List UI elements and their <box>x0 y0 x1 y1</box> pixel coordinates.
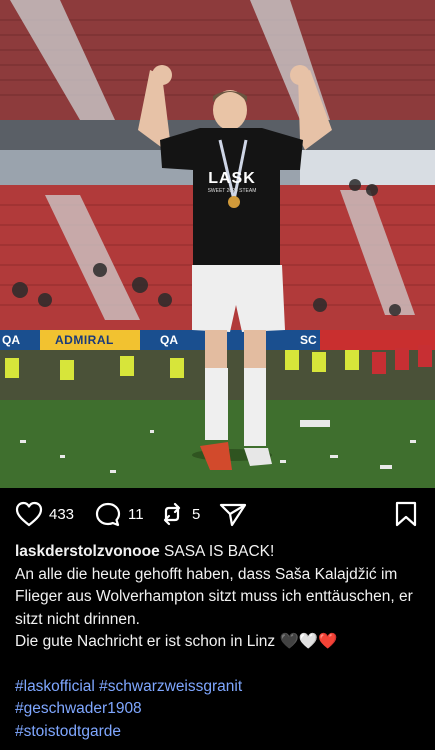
post-photo[interactable]: LASK SWEET 2024 STEAM QA ADMIRAL QA SC <box>0 0 435 488</box>
bookmark-icon <box>395 501 417 527</box>
banner-left: QA <box>2 333 20 347</box>
shirt-text: LASK <box>208 170 256 187</box>
send-icon <box>219 503 247 527</box>
hashtag-link[interactable]: #schwarzweissgranit <box>99 678 242 695</box>
banner-far-right: SC <box>300 333 317 347</box>
caption-line2: Die gute Nachricht er ist schon in Linz … <box>15 633 338 650</box>
comment-count: 11 <box>128 505 144 523</box>
hashtag-link[interactable]: #geschwader1908 <box>15 700 142 717</box>
repost-count: 5 <box>192 505 201 523</box>
repost-icon <box>163 502 181 526</box>
comment-icon <box>95 502 121 527</box>
heart-icon <box>15 501 43 527</box>
repost-button[interactable]: 5 <box>158 501 200 527</box>
hashtag-link[interactable]: #stoistodtgarde <box>15 723 121 740</box>
comment-button[interactable]: 11 <box>94 501 144 527</box>
share-button[interactable] <box>218 501 248 527</box>
post-actions-bar: 433 11 5 <box>0 488 435 540</box>
banner-right: QA <box>160 333 178 347</box>
hashtag-list: #laskofficial #schwarzweissgranit #gesch… <box>15 676 425 744</box>
save-button[interactable] <box>394 501 418 527</box>
post-caption: laskderstolzvonooe SASA IS BACK! An alle… <box>15 541 425 743</box>
banner-admiral: ADMIRAL <box>55 333 114 347</box>
caption-username[interactable]: laskderstolzvonooe <box>15 543 160 560</box>
like-button[interactable]: 433 <box>15 501 74 527</box>
stadium-scene <box>0 0 435 488</box>
like-count: 433 <box>49 505 75 523</box>
caption-headline: SASA IS BACK! <box>164 543 275 560</box>
shirt-subtext: SWEET 2024 STEAM <box>207 188 257 194</box>
caption-body: An alle die heute gehofft haben, dass Sa… <box>15 565 413 628</box>
hashtag-link[interactable]: #laskofficial <box>15 678 95 695</box>
